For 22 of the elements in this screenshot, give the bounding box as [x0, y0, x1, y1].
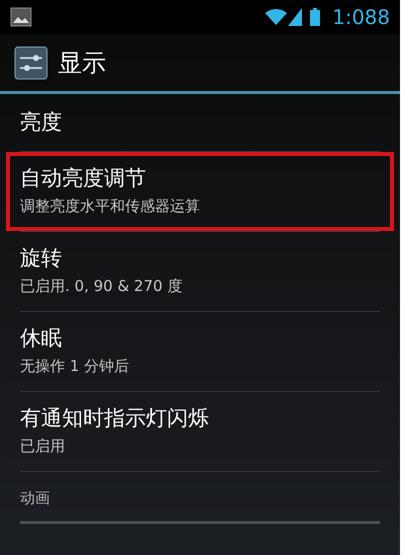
battery-icon — [310, 8, 320, 26]
setting-title: 有通知时指示灯闪烁 — [20, 405, 210, 432]
setting-title: 旋转 — [20, 245, 63, 272]
setting-title: 自动亮度调节 — [20, 165, 147, 192]
setting-title: 休眠 — [20, 325, 63, 352]
category-header: 动画 — [20, 488, 50, 510]
picture-icon — [10, 7, 32, 27]
setting-summary: 已启用. 0, 90 & 270 度 — [20, 276, 184, 298]
signal-icon — [288, 8, 302, 26]
setting-item[interactable]: 有通知时指示灯闪烁 已启用 — [20, 392, 380, 471]
setting-item[interactable]: 亮度 — [20, 94, 380, 151]
setting-item[interactable]: 自动亮度调节 调整亮度水平和传感器运算 — [6, 152, 394, 231]
status-time: 1:088 — [332, 7, 390, 27]
setting-summary: 无操作 1 分钟后 — [20, 356, 130, 378]
setting-summary: 已启用 — [20, 436, 66, 458]
screen-title: 显示 — [58, 48, 106, 78]
settings-icon — [14, 46, 48, 80]
setting-summary: 调整亮度水平和传感器运算 — [20, 196, 201, 218]
setting-title: 亮度 — [20, 109, 63, 136]
wifi-icon — [265, 8, 288, 26]
setting-item[interactable]: 休眠 无操作 1 分钟后 — [20, 312, 380, 391]
setting-item[interactable]: 旋转 已启用. 0, 90 & 270 度 — [20, 232, 380, 311]
